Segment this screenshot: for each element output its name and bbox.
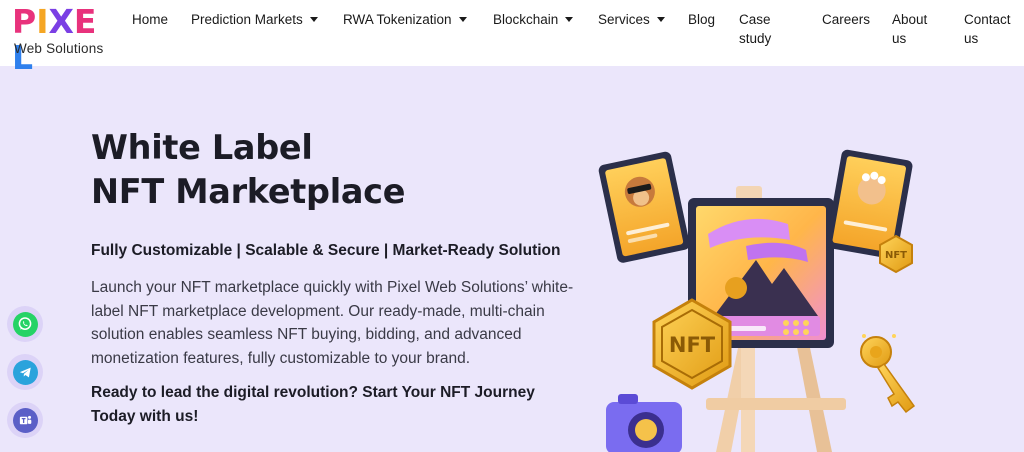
nav-label: Case study bbox=[739, 12, 772, 46]
logo-letter: X bbox=[48, 2, 74, 41]
nft-coin-small-label: NFT bbox=[885, 250, 907, 261]
nav-home[interactable]: Home bbox=[132, 10, 168, 29]
hero-description: Launch your NFT marketplace quickly with… bbox=[91, 279, 574, 367]
whatsapp-icon bbox=[12, 311, 38, 337]
nav-label: Home bbox=[132, 12, 169, 27]
hero-title-line: NFT Marketplace bbox=[91, 172, 406, 211]
nft-coin-large-label: NFT bbox=[669, 333, 716, 357]
nav-careers[interactable]: Careers bbox=[822, 10, 870, 29]
nav-blog[interactable]: Blog bbox=[688, 10, 715, 29]
logo-wordmark: PIXEL bbox=[12, 4, 114, 76]
nav-contact-us[interactable]: Contact us bbox=[964, 10, 1011, 48]
telegram-icon bbox=[12, 359, 38, 385]
teams-icon bbox=[12, 407, 38, 433]
hero-cta-text: Ready to lead the digital revolution? St… bbox=[91, 384, 535, 425]
key-icon bbox=[860, 334, 916, 414]
nft-coin-small: NFT bbox=[879, 234, 913, 274]
nav-prediction-markets[interactable]: Prediction Markets bbox=[191, 10, 318, 29]
nav-services[interactable]: Services bbox=[598, 10, 665, 29]
nft-card-left bbox=[598, 151, 690, 263]
nav-label: Blog bbox=[688, 12, 716, 27]
hero-tagline: Fully Customizable | Scalable & Secure |… bbox=[91, 242, 561, 259]
logo[interactable]: PIXEL Web Solutions bbox=[12, 4, 114, 76]
telegram-button[interactable] bbox=[7, 354, 43, 390]
nft-marketplace-illustration: NFT NFT bbox=[598, 149, 916, 452]
nav-label: RWA Tokenization bbox=[343, 12, 452, 27]
logo-letter: E bbox=[73, 2, 97, 41]
nav-label: Blockchain bbox=[493, 12, 559, 27]
hero-title: White Label NFT Marketplace bbox=[91, 126, 405, 214]
nav-about-us[interactable]: About us bbox=[892, 10, 927, 48]
nav-rwa-tokenization[interactable]: RWA Tokenization bbox=[343, 10, 467, 29]
nav-label: About us bbox=[892, 12, 928, 46]
chevron-down-icon bbox=[656, 17, 665, 22]
whatsapp-button[interactable] bbox=[7, 306, 43, 342]
chevron-down-icon bbox=[565, 17, 574, 22]
camera-icon bbox=[606, 394, 682, 452]
logo-tagline: Web Solutions bbox=[14, 41, 104, 56]
nav-case-study[interactable]: Case study bbox=[739, 10, 771, 48]
nav-label: Services bbox=[598, 12, 650, 27]
nav-blockchain[interactable]: Blockchain bbox=[493, 10, 574, 29]
logo-letter: P bbox=[12, 2, 37, 41]
chevron-down-icon bbox=[458, 17, 467, 22]
nav-label: Contact us bbox=[964, 12, 1011, 46]
nav-label: Prediction Markets bbox=[191, 12, 303, 27]
teams-button[interactable] bbox=[7, 402, 43, 438]
hero-title-line: White Label bbox=[91, 128, 313, 167]
chevron-down-icon bbox=[309, 17, 318, 22]
site-header: PIXEL Web Solutions Home Prediction Mark… bbox=[0, 0, 1024, 76]
logo-letter: I bbox=[36, 2, 49, 41]
nav-label: Careers bbox=[822, 12, 871, 27]
